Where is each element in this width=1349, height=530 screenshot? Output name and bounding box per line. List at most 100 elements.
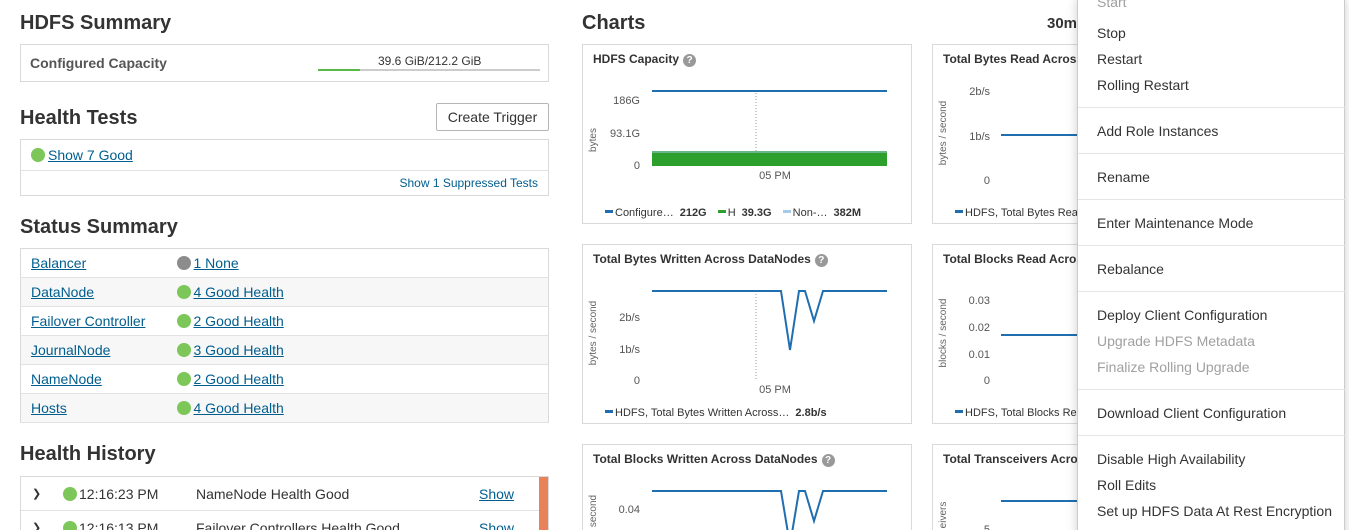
chart-legend: HDFS, Total Bytes Rea xyxy=(955,207,1078,219)
status-value-cell: 1 None xyxy=(176,248,549,278)
menu-item-deploy-client-configuration[interactable]: Deploy Client Configuration xyxy=(1097,307,1267,323)
status-row: Hosts 4 Good Health xyxy=(20,393,549,423)
status-row: Failover Controller 2 Good Health xyxy=(20,306,549,336)
legend-value: 212G xyxy=(679,207,707,219)
show-good-link[interactable]: Show 7 Good xyxy=(48,147,133,163)
create-trigger-button[interactable]: Create Trigger xyxy=(436,103,549,131)
event-message: NameNode Health Good xyxy=(196,486,350,502)
legend-label: HDFS, Total Bytes Written Across… xyxy=(615,407,790,419)
y-tick: 0.04 xyxy=(619,504,640,516)
status-summary-table: Balancer 1 None DataNode 4 Good Health Failo… xyxy=(20,248,549,423)
series-line xyxy=(652,490,887,530)
service-link[interactable]: Failover Controller xyxy=(31,313,145,329)
charts-title: Charts xyxy=(582,12,646,34)
total-blocks-written-plot: second 0.04 xyxy=(588,490,887,530)
health-history-row[interactable]: ❯ 12:16:13 PM Failover Controllers Health … xyxy=(21,511,539,530)
menu-item-rolling-restart[interactable]: Rolling Restart xyxy=(1097,77,1189,93)
history-scroll-accent[interactable] xyxy=(539,477,548,530)
service-link[interactable]: Balancer xyxy=(31,255,86,271)
service-link[interactable]: NameNode xyxy=(31,371,102,387)
legend-swatch xyxy=(605,210,613,213)
status-name-cell: Hosts xyxy=(20,393,177,423)
health-tests-title: Health Tests xyxy=(20,107,138,129)
health-history-row[interactable]: ❯ 12:16:23 PM NameNode Health Good Show xyxy=(21,477,539,511)
status-link[interactable]: 3 Good Health xyxy=(194,342,284,358)
status-link[interactable]: 1 None xyxy=(194,255,239,271)
menu-item-disable-high-availability[interactable]: Disable High Availability xyxy=(1097,451,1245,467)
menu-item-download-client-configuration[interactable]: Download Client Configuration xyxy=(1097,405,1286,421)
capacity-bar-fill xyxy=(318,69,360,71)
menu-separator xyxy=(1078,291,1346,292)
time-range-selector[interactable]: 30m xyxy=(1047,15,1077,32)
menu-item-rename[interactable]: Rename xyxy=(1097,169,1150,185)
health-status-icon xyxy=(176,372,191,386)
legend-swatch xyxy=(605,410,613,413)
divider xyxy=(21,170,548,171)
legend-label: Configure… xyxy=(615,207,674,219)
good-health-icon xyxy=(63,521,77,530)
show-link[interactable]: Show xyxy=(479,486,514,502)
status-link[interactable]: 2 Good Health xyxy=(194,313,284,329)
total-bytes-written-plot: bytes / second 2b/s 1b/s 0 05 PM xyxy=(588,290,887,396)
chart-legend: HDFS, Total Blocks Re xyxy=(955,407,1077,419)
menu-item-stop[interactable]: Stop xyxy=(1097,25,1126,41)
status-name-cell: NameNode xyxy=(20,364,177,394)
event-time: 12:16:13 PM xyxy=(79,520,159,530)
y-axis-label: second xyxy=(588,495,599,527)
health-status-icon xyxy=(176,314,191,328)
y-axis-label: bytes xyxy=(588,128,599,152)
menu-item-enter-maintenance-mode[interactable]: Enter Maintenance Mode xyxy=(1097,215,1253,231)
status-link[interactable]: 2 Good Health xyxy=(194,371,284,387)
total-bytes-written-chart: Total Bytes Written Across DataNodes? by… xyxy=(582,244,912,424)
menu-item-roll-edits[interactable]: Roll Edits xyxy=(1097,477,1156,493)
hdfs-capacity-plot: bytes 186G 93.1G 0 05 PM xyxy=(588,90,887,182)
status-value-cell: 3 Good Health xyxy=(176,335,549,365)
health-status-icon xyxy=(176,343,191,357)
configured-capacity-panel: Configured Capacity 39.6 GiB/212.2 GiB xyxy=(20,44,549,82)
status-name-cell: Balancer xyxy=(20,248,177,278)
legend-swatch xyxy=(717,210,726,213)
y-tick: 186G xyxy=(613,95,640,107)
y-axis-label: bytes / second xyxy=(588,301,599,365)
service-link[interactable]: Hosts xyxy=(31,400,67,416)
status-name-cell: Failover Controller xyxy=(20,306,177,336)
good-health-icon xyxy=(31,148,45,162)
y-axis-label: eivers xyxy=(938,502,949,529)
status-link[interactable]: 4 Good Health xyxy=(194,284,284,300)
show-suppressed-tests-link[interactable]: Show 1 Suppressed Tests xyxy=(399,176,538,190)
health-status-icon xyxy=(176,285,191,299)
menu-separator xyxy=(1078,107,1346,108)
legend-swatch xyxy=(955,410,963,413)
status-row: Balancer 1 None xyxy=(20,248,549,278)
health-status-icon xyxy=(176,256,191,270)
menu-item-rebalance[interactable]: Rebalance xyxy=(1097,261,1164,277)
legend-label: HDFS, Total Bytes Rea xyxy=(965,207,1078,219)
menu-separator xyxy=(1078,435,1346,436)
status-link[interactable]: 4 Good Health xyxy=(194,400,284,416)
menu-item-finalize-rolling-upgrade: Finalize Rolling Upgrade xyxy=(1097,359,1250,375)
series-line xyxy=(652,290,887,351)
y-tick: 0 xyxy=(984,375,990,387)
actions-dropdown-menu: Start Stop Restart Rolling Restart Add R… xyxy=(1077,0,1346,530)
menu-item-add-role-instances[interactable]: Add Role Instances xyxy=(1097,123,1218,139)
expand-caret-icon[interactable]: ❯ xyxy=(32,487,41,500)
menu-item-start: Start xyxy=(1097,0,1127,10)
capacity-bar xyxy=(318,69,540,71)
service-link[interactable]: DataNode xyxy=(31,284,94,300)
hdfs-used-area xyxy=(652,151,887,166)
y-tick: 0.01 xyxy=(969,349,990,361)
total-blocks-written-chart: Total Blocks Written Across DataNodes? s… xyxy=(582,444,912,530)
menu-item-restart[interactable]: Restart xyxy=(1097,51,1142,67)
y-tick: 1b/s xyxy=(969,131,990,143)
status-summary-title: Status Summary xyxy=(20,216,178,238)
status-value-cell: 2 Good Health xyxy=(176,364,549,394)
menu-item-setup-hdfs-encryption[interactable]: Set up HDFS Data At Rest Encryption xyxy=(1097,503,1332,519)
expand-caret-icon[interactable]: ❯ xyxy=(32,521,41,530)
y-tick: 0.02 xyxy=(969,322,990,334)
x-tick: 05 PM xyxy=(759,384,791,396)
status-value-cell: 4 Good Health xyxy=(176,393,549,423)
legend-label: H xyxy=(727,207,736,219)
status-value-cell: 2 Good Health xyxy=(176,306,549,336)
show-link[interactable]: Show xyxy=(479,520,514,530)
service-link[interactable]: JournalNode xyxy=(31,342,110,358)
